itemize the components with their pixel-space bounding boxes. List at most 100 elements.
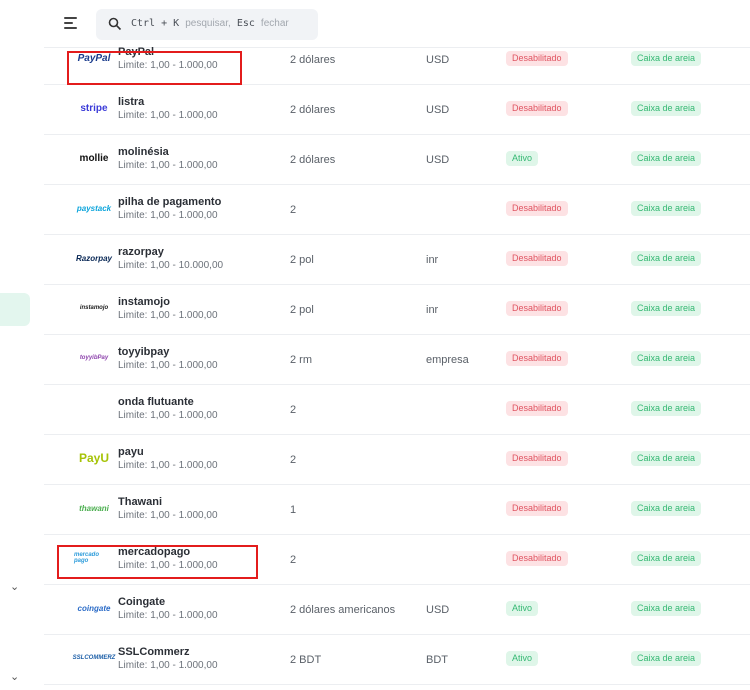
gateway-currency: inr	[426, 304, 439, 316]
status-badge[interactable]: Desabilitado	[506, 501, 568, 516]
status-badge[interactable]: Desabilitado	[506, 451, 568, 466]
gateway-logo: coingate	[74, 598, 114, 618]
mode-badge[interactable]: Caixa de areia	[631, 251, 702, 266]
highlight-box	[57, 545, 258, 579]
table-row[interactable]: Razorpay razorpay Limite: 1,00 - 10.000,00…	[44, 235, 750, 285]
mode-badge[interactable]: Caixa de areia	[631, 551, 702, 566]
gateway-fee: 2	[290, 454, 297, 466]
gateway-fee: 2	[290, 404, 297, 416]
table-row[interactable]: instamojo instamojo Limite: 1,00 - 1.000,0…	[44, 285, 750, 335]
table-row[interactable]: PayU payu Limite: 1,00 - 1.000,00 2 Desabili…	[44, 435, 750, 485]
table-row[interactable]: stripe listra Limite: 1,00 - 1.000,00 2 dól…	[44, 85, 750, 135]
gateway-name: toyyibpay	[118, 346, 170, 358]
chevron-down-icon[interactable]: ⌄	[10, 671, 20, 682]
gateway-logo: thawani	[74, 498, 114, 518]
gateway-limit: Limite: 1,00 - 1.000,00	[118, 510, 218, 521]
gateway-currency: USD	[426, 154, 450, 166]
gateway-name: Thawani	[118, 496, 163, 508]
gateway-logo-text: Razorpay	[75, 253, 112, 263]
table-row[interactable]: toyyibPay toyyibpay Limite: 1,00 - 1.000,0…	[44, 335, 750, 385]
highlight-box	[67, 51, 242, 85]
gateway-limit: Limite: 1,00 - 1.000,00	[118, 360, 218, 371]
gateway-name: pilha de pagamento	[118, 196, 222, 208]
status-badge[interactable]: Ativo	[506, 601, 539, 616]
gateway-logo: SSLCOMMERZ	[72, 648, 116, 668]
mode-badge[interactable]: Caixa de areia	[631, 451, 702, 466]
gateway-fee: 2	[290, 554, 297, 566]
gateway-logo-text: thawani	[79, 503, 109, 513]
status-badge[interactable]: Desabilitado	[506, 101, 568, 116]
gateway-limit: Limite: 1,00 - 1.000,00	[118, 460, 218, 471]
mode-badge[interactable]: Caixa de areia	[631, 601, 702, 616]
status-badge[interactable]: Desabilitado	[506, 51, 568, 66]
gateway-limit: Limite: 1,00 - 1.000,00	[118, 310, 218, 321]
chevron-down-icon[interactable]: ⌄	[10, 581, 20, 592]
gateway-limit: Limite: 1,00 - 1.000,00	[118, 410, 218, 421]
gateway-fee: 2 BDT	[290, 654, 322, 666]
table-row[interactable]: thawani Thawani Limite: 1,00 - 1.000,00 1 De…	[44, 485, 750, 535]
gateway-logo-text: paystack	[76, 203, 112, 213]
search-placeholder: Ctrl + K pesquisar, Esc fechar	[131, 18, 289, 29]
gateway-logo-text: stripe	[80, 102, 108, 114]
gateway-fee: 2 pol	[290, 254, 314, 266]
status-badge[interactable]: Ativo	[506, 651, 539, 666]
gateway-logo-text: PayU	[78, 451, 110, 465]
menu-icon[interactable]	[64, 17, 78, 29]
gateway-currency: empresa	[426, 354, 469, 366]
sidebar: ⌄ ⌄	[0, 0, 44, 690]
status-badge[interactable]: Desabilitado	[506, 201, 568, 216]
mode-badge[interactable]: Caixa de areia	[631, 301, 702, 316]
gateway-logo: PayU	[74, 448, 114, 468]
gateway-currency: USD	[426, 604, 450, 616]
sidebar-active-item[interactable]	[0, 293, 30, 326]
gateway-name: SSLCommerz	[118, 646, 190, 658]
gateway-logo: toyyibPay	[74, 348, 114, 368]
status-badge[interactable]: Desabilitado	[506, 401, 568, 416]
gateway-name: onda flutuante	[118, 396, 194, 408]
mode-badge[interactable]: Caixa de areia	[631, 651, 702, 666]
mode-badge[interactable]: Caixa de areia	[631, 351, 702, 366]
gateway-logo-text: coingate	[77, 603, 111, 613]
gateway-limit: Limite: 1,00 - 1.000,00	[118, 610, 218, 621]
gateway-name: listra	[118, 96, 145, 108]
gateway-logo: instamojo	[74, 298, 114, 318]
status-badge[interactable]: Ativo	[506, 151, 539, 166]
mode-badge[interactable]: Caixa de areia	[631, 101, 702, 116]
mode-badge[interactable]: Caixa de areia	[631, 401, 702, 416]
gateway-fee: 2 dólares	[290, 54, 336, 66]
mode-badge[interactable]: Caixa de areia	[631, 501, 702, 516]
mode-badge[interactable]: Caixa de areia	[631, 151, 702, 166]
status-badge[interactable]: Desabilitado	[506, 301, 568, 316]
gateway-logo-text: SSLCOMMERZ	[72, 655, 116, 661]
gateway-fee: 1	[290, 504, 297, 516]
gateway-logo: stripe	[74, 98, 114, 118]
gateways-table: PayPal PayPal Limite: 1,00 - 1.000,00 2 dól…	[44, 46, 750, 690]
mode-badge[interactable]: Caixa de areia	[631, 51, 702, 66]
gateway-currency: inr	[426, 254, 439, 266]
gateway-name: payu	[118, 446, 144, 458]
table-row[interactable]: paystack pilha de pagamento Limite: 1,00 -…	[44, 185, 750, 235]
gateway-currency: USD	[426, 104, 450, 116]
table-row[interactable]: coingate Coingate Limite: 1,00 - 1.000,00 2…	[44, 585, 750, 635]
status-badge[interactable]: Desabilitado	[506, 351, 568, 366]
table-row[interactable]: SSLCOMMERZ SSLCommerz Limite: 1,00 - 1.000…	[44, 635, 750, 685]
gateway-logo-text: instamojo	[79, 305, 109, 311]
gateway-fee: 2 pol	[290, 304, 314, 316]
gateway-limit: Limite: 1,00 - 1.000,00	[118, 660, 218, 671]
gateway-limit: Limite: 1,00 - 10.000,00	[118, 260, 224, 271]
gateway-limit: Limite: 1,00 - 1.000,00	[118, 160, 218, 171]
close-key: Esc	[236, 18, 255, 29]
status-badge[interactable]: Desabilitado	[506, 251, 568, 266]
gateway-logo	[74, 398, 114, 418]
gateway-logo-text: toyyibPay	[79, 355, 109, 361]
gateway-name: Coingate	[118, 596, 166, 608]
gateway-name: instamojo	[118, 296, 170, 308]
gateway-name: molinésia	[118, 146, 169, 158]
table-row[interactable]: onda flutuante Limite: 1,00 - 1.000,00 2 De…	[44, 385, 750, 435]
mode-badge[interactable]: Caixa de areia	[631, 201, 702, 216]
status-badge[interactable]: Desabilitado	[506, 551, 568, 566]
gateway-fee: 2 rm	[290, 354, 312, 366]
gateway-currency: BDT	[426, 654, 448, 666]
gateway-currency: USD	[426, 54, 450, 66]
table-row[interactable]: mollie molinésia Limite: 1,00 - 1.000,00 2 …	[44, 135, 750, 185]
